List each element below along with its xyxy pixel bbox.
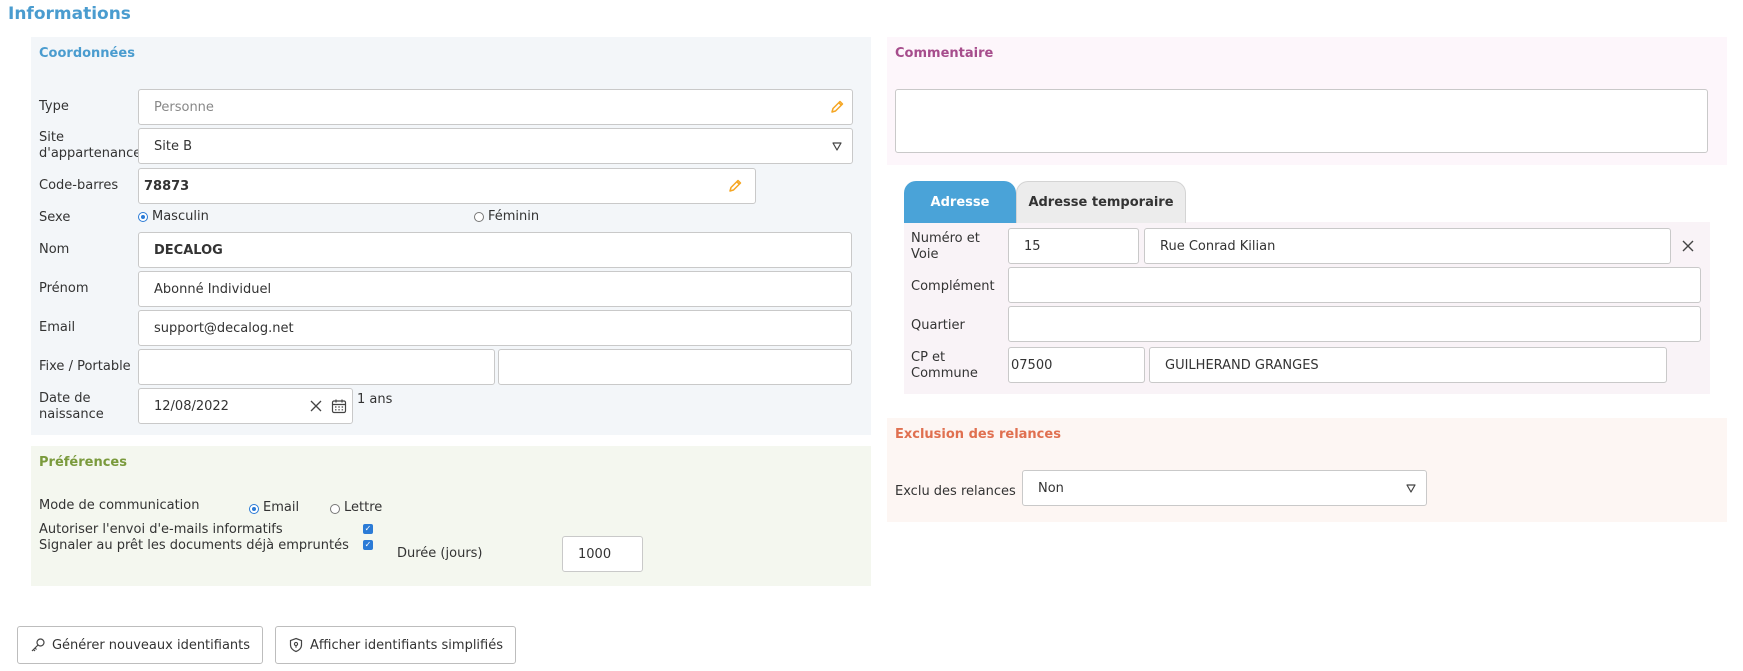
sexe-feminin-label: Féminin bbox=[488, 209, 540, 224]
naissance-value: 12/08/2022 bbox=[154, 398, 229, 414]
cp-commune-label: CP et Commune bbox=[911, 350, 978, 381]
autoriser-label: Autoriser l'envoi d'e-mails informatifs bbox=[39, 522, 283, 537]
chevron-down-icon bbox=[1396, 478, 1426, 498]
mode-email-radio[interactable] bbox=[249, 504, 259, 514]
commune-field[interactable]: GUILHERAND GRANGES bbox=[1149, 347, 1667, 383]
numero-voie-label: Numéro et Voie bbox=[911, 231, 980, 262]
afficher-identifiants-button[interactable]: Afficher identifiants simplifiés bbox=[275, 626, 516, 664]
signaler-label: Signaler au prêt les documents déjà empr… bbox=[39, 538, 349, 553]
quartier-label: Quartier bbox=[911, 318, 965, 333]
chevron-down-icon bbox=[822, 136, 852, 156]
tab-adresse-temporaire[interactable]: Adresse temporaire bbox=[1016, 181, 1186, 223]
autoriser-checkbox[interactable]: ✓ bbox=[363, 524, 373, 534]
nom-value: DECALOG bbox=[154, 242, 223, 258]
duree-value: 1000 bbox=[578, 546, 612, 562]
signaler-checkbox[interactable]: ✓ bbox=[363, 540, 373, 550]
naissance-date-field[interactable]: 12/08/2022 bbox=[138, 388, 353, 424]
mode-lettre-radio[interactable] bbox=[330, 504, 340, 514]
prenom-field[interactable]: Abonné Individuel bbox=[138, 271, 852, 307]
site-value: Site B bbox=[154, 138, 193, 154]
type-field[interactable]: Personne bbox=[138, 89, 853, 125]
site-label: Site d'appartenance bbox=[39, 130, 142, 161]
mode-communication-label: Mode de communication bbox=[39, 498, 200, 513]
commentaire-textarea[interactable] bbox=[895, 89, 1708, 153]
code-barres-field[interactable]: 78873 bbox=[138, 168, 756, 204]
exclu-relances-value: Non bbox=[1038, 480, 1064, 496]
duree-label: Durée (jours) bbox=[397, 546, 483, 561]
prenom-label: Prénom bbox=[39, 281, 89, 296]
naissance-label: Date de naissance bbox=[39, 391, 104, 422]
exclu-relances-select[interactable]: Non bbox=[1022, 470, 1427, 506]
exclu-relances-label: Exclu des relances bbox=[895, 484, 1016, 499]
calendar-icon[interactable] bbox=[326, 396, 352, 416]
fixe-portable-label: Fixe / Portable bbox=[39, 359, 131, 374]
commune-value: GUILHERAND GRANGES bbox=[1165, 357, 1319, 373]
nom-label: Nom bbox=[39, 242, 70, 257]
email-value: support@decalog.net bbox=[154, 320, 294, 336]
numero-field[interactable]: 15 bbox=[1008, 228, 1139, 264]
key-icon bbox=[30, 637, 46, 653]
generer-identifiants-button[interactable]: Générer nouveaux identifiants bbox=[17, 626, 263, 664]
sexe-feminin-radio[interactable] bbox=[474, 212, 484, 222]
shield-icon bbox=[288, 637, 304, 653]
code-barres-value: 78873 bbox=[144, 178, 190, 194]
nom-field[interactable]: DECALOG bbox=[138, 232, 852, 268]
duree-field[interactable]: 1000 bbox=[562, 536, 643, 572]
mode-email-label: Email bbox=[263, 500, 300, 515]
email-field[interactable]: support@decalog.net bbox=[138, 310, 852, 346]
preferences-panel bbox=[31, 446, 871, 586]
portable-field[interactable] bbox=[498, 349, 852, 385]
complement-label: Complément bbox=[911, 279, 995, 294]
tab-adresse[interactable]: Adresse bbox=[904, 181, 1016, 223]
cp-field[interactable]: 07500 bbox=[1008, 347, 1145, 383]
sexe-label: Sexe bbox=[39, 210, 71, 225]
sexe-masculin-radio[interactable] bbox=[138, 212, 148, 222]
quartier-field[interactable] bbox=[1008, 306, 1701, 342]
close-icon[interactable] bbox=[1678, 236, 1698, 256]
cp-value: 07500 bbox=[1011, 357, 1053, 373]
prenom-value: Abonné Individuel bbox=[154, 281, 272, 297]
fixe-field[interactable] bbox=[138, 349, 495, 385]
mode-lettre-label: Lettre bbox=[344, 500, 383, 515]
sexe-masculin-label: Masculin bbox=[152, 209, 209, 224]
voie-field[interactable]: Rue Conrad Kilian bbox=[1144, 228, 1671, 264]
site-select[interactable]: Site B bbox=[138, 128, 853, 164]
type-placeholder: Personne bbox=[154, 99, 214, 115]
preferences-title: Préférences bbox=[39, 455, 127, 470]
close-icon[interactable] bbox=[306, 396, 326, 416]
age-text: 1 ans bbox=[357, 392, 393, 407]
exclusion-title: Exclusion des relances bbox=[895, 427, 1061, 442]
page-title: Informations bbox=[8, 4, 131, 24]
pencil-icon[interactable] bbox=[822, 97, 852, 117]
code-barres-label: Code-barres bbox=[39, 178, 119, 193]
type-label: Type bbox=[39, 99, 69, 114]
pencil-icon[interactable] bbox=[715, 176, 755, 196]
numero-value: 15 bbox=[1024, 238, 1041, 254]
email-label: Email bbox=[39, 320, 76, 335]
complement-field[interactable] bbox=[1008, 267, 1701, 303]
coordonnees-title: Coordonnées bbox=[39, 46, 135, 61]
commentaire-title: Commentaire bbox=[895, 46, 994, 61]
voie-value: Rue Conrad Kilian bbox=[1160, 238, 1276, 254]
